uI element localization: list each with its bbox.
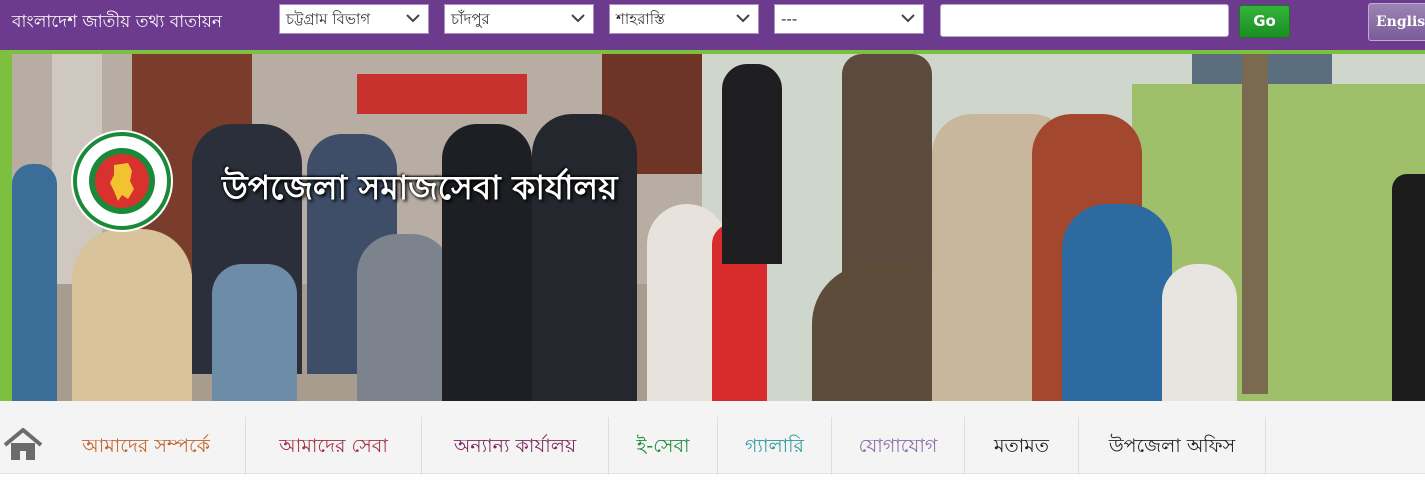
nav-item-contact[interactable]: যোগাযোগ xyxy=(832,417,965,475)
nav-item-about-us[interactable]: আমাদের সম্পর্কে xyxy=(47,417,246,475)
union-select-value: --- xyxy=(781,10,798,28)
search-input[interactable] xyxy=(940,4,1229,37)
language-button[interactable]: English xyxy=(1368,3,1425,41)
nav-item-upazila-office[interactable]: উপজেলা অফিস xyxy=(1079,417,1266,475)
division-select-value: চট্টগ্রাম বিভাগ xyxy=(286,10,371,28)
nav-item-our-services[interactable]: আমাদের সেবা xyxy=(246,417,422,475)
main-nav: আমাদের সম্পর্কে আমাদের সেবা অন্যান্য কার… xyxy=(0,401,1425,475)
nav-item-label: অন্যান্য কার্যালয় xyxy=(453,435,577,457)
home-icon xyxy=(3,428,43,460)
nav-item-gallery[interactable]: গ্যালারি xyxy=(718,417,832,475)
upazila-select[interactable]: শাহরাস্তি xyxy=(609,4,759,34)
nav-item-e-service[interactable]: ই-সেবা xyxy=(609,417,718,475)
banner-photo xyxy=(12,54,1425,401)
portal-title[interactable]: বাংলাদেশ জাতীয় তথ্য বাতায়ন xyxy=(12,9,222,37)
government-seal-logo xyxy=(71,130,173,232)
nav-item-label: মতামত xyxy=(993,435,1050,457)
chevron-down-icon xyxy=(901,14,915,23)
nav-item-label: উপজেলা অফিস xyxy=(1108,435,1236,457)
office-name: উপজেলা সমাজসেবা কার্যালয় xyxy=(222,168,618,207)
district-select[interactable]: চাঁদপুর xyxy=(444,4,594,34)
go-button[interactable]: Go xyxy=(1239,5,1290,38)
nav-item-label: গ্যালারি xyxy=(744,435,805,457)
nav-item-feedback[interactable]: মতামত xyxy=(965,417,1079,475)
top-bar: বাংলাদেশ জাতীয় তথ্য বাতায়ন চট্টগ্রাম ব… xyxy=(0,0,1425,50)
banner: উপজেলা সমাজসেবা কার্যালয় xyxy=(0,54,1425,401)
nav-item-label: ই-সেবা xyxy=(636,435,690,457)
chevron-down-icon xyxy=(736,14,750,23)
nav-item-label: যোগাযোগ xyxy=(858,435,938,457)
district-select-value: চাঁদপুর xyxy=(451,10,490,28)
union-select[interactable]: --- xyxy=(774,4,924,34)
chevron-down-icon xyxy=(406,14,420,23)
home-button[interactable] xyxy=(0,419,46,475)
division-select[interactable]: চট্টগ্রাম বিভাগ xyxy=(279,4,429,34)
nav-item-label: আমাদের সেবা xyxy=(279,435,388,457)
nav-item-other-offices[interactable]: অন্যান্য কার্যালয় xyxy=(422,417,609,475)
chevron-down-icon xyxy=(571,14,585,23)
nav-item-label: আমাদের সম্পর্কে xyxy=(82,435,210,457)
upazila-select-value: শাহরাস্তি xyxy=(616,10,665,28)
